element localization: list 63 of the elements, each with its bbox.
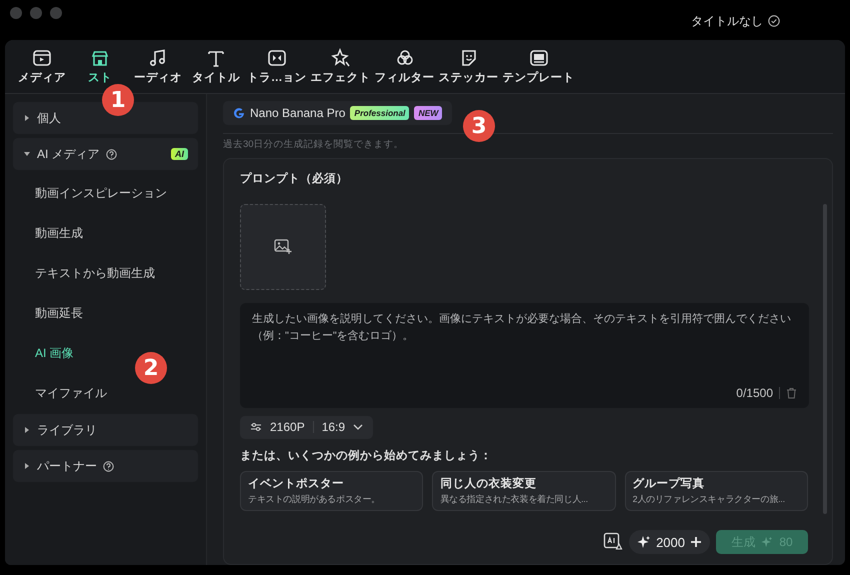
play-square-icon	[32, 48, 52, 68]
resolution-value: 2160P	[270, 420, 305, 434]
toolbar-tab[interactable]: トラ…ョン	[245, 48, 308, 85]
help-icon[interactable]	[103, 460, 114, 472]
ai-image-icon[interactable]	[603, 532, 624, 552]
plus-icon[interactable]	[690, 536, 702, 548]
add-image-icon	[274, 238, 292, 255]
example-description: テキストの説明があるポスター。	[248, 494, 382, 506]
window-maximize-button[interactable]	[50, 7, 62, 19]
window-title: タイトルなし	[691, 12, 763, 30]
window-close-button[interactable]	[10, 7, 22, 19]
sidebar-group[interactable]: ライブラリ	[13, 414, 198, 446]
output-settings-dropdown[interactable]: 2160P 16:9	[240, 416, 374, 439]
sidebar-item[interactable]: 動画生成	[13, 214, 198, 250]
sparkle-icon	[761, 536, 774, 548]
credits-button[interactable]: 2000	[629, 530, 710, 554]
transition-icon	[266, 48, 287, 68]
image-upload-box[interactable]	[240, 204, 326, 290]
window-minimize-button[interactable]	[30, 7, 42, 19]
help-icon[interactable]	[106, 148, 117, 160]
toolbar-tab[interactable]: テンプレート	[500, 48, 576, 85]
example-card[interactable]: イベントポスター テキストの説明があるポスター。	[240, 470, 424, 511]
history-hint: 過去30日分の生成記録を閲覧できます。	[223, 138, 405, 151]
examples-heading: または、いくつかの例から始めてみましょう：	[240, 448, 493, 463]
character-count: 0/1500	[736, 386, 773, 400]
template-icon	[528, 48, 548, 68]
sliders-icon	[250, 422, 262, 432]
model-selector[interactable]: Nano Banana Pro Professional NEW	[223, 101, 452, 125]
toolbar-tab[interactable]: フィルター	[372, 48, 436, 85]
toolbar-tab[interactable]: ーディオ	[129, 48, 187, 85]
g-logo-icon	[233, 106, 245, 119]
toolbar-tab[interactable]: メディア	[13, 48, 71, 85]
sidebar-item[interactable]: 動画延長	[13, 294, 198, 330]
example-title: 同じ人の衣装変更	[440, 476, 538, 491]
sidebar-group[interactable]: AI メディア AI	[13, 138, 198, 170]
toolbar-tab[interactable]: スト	[71, 48, 129, 85]
example-description: 2人のリファレンスキャラクターの旅...	[632, 494, 786, 506]
sidebar-item[interactable]: 動画インスピレーション	[13, 174, 198, 210]
step-number-badge: 3	[463, 110, 495, 142]
sparkle-star-icon	[330, 48, 350, 68]
model-name: Nano Banana Pro	[250, 106, 346, 120]
toolbar-tab[interactable]: ステッカー	[436, 48, 500, 85]
toolbar-tab[interactable]: エフェクト	[308, 48, 372, 85]
credit-balance: 2000	[656, 534, 685, 550]
toolbar-tab[interactable]: タイトル	[187, 48, 245, 85]
music-note-icon	[148, 48, 168, 68]
example-description: 異なる指定された衣装を着た同じ人...	[440, 494, 589, 506]
sidebar-item[interactable]: テキストから動画生成	[13, 254, 198, 290]
professional-tag: Professional	[350, 106, 410, 120]
aspect-ratio-value: 16:9	[322, 420, 346, 434]
letter-t-icon	[206, 48, 226, 68]
chevron-down-icon	[353, 424, 364, 430]
sidebar-group[interactable]: パートナー	[13, 450, 198, 482]
new-tag: NEW	[414, 106, 442, 120]
example-title: グループ写真	[632, 476, 706, 491]
trash-icon[interactable]	[786, 386, 797, 399]
example-card[interactable]: グループ写真 2人のリファレンスキャラクターの旅...	[624, 470, 808, 511]
prompt-heading: プロンプト（必須）	[240, 171, 349, 186]
example-title: イベントポスター	[248, 476, 345, 491]
store-icon	[90, 48, 110, 68]
sparkle-icon	[637, 535, 652, 549]
example-card[interactable]: 同じ人の衣装変更 異なる指定された衣装を着た同じ人...	[432, 470, 616, 511]
ai-tag: AI	[171, 148, 188, 160]
